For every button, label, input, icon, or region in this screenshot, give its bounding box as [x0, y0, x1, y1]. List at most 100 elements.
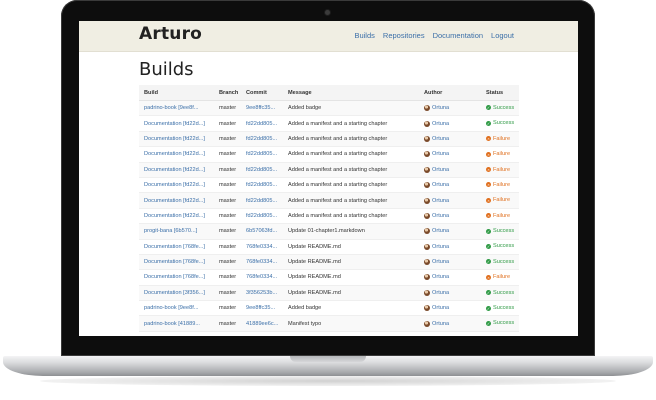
message-cell: Added a manifest and a starting chapter — [283, 176, 419, 193]
build-link[interactable]: Documentation [768fe...] — [144, 244, 205, 250]
avatar — [424, 228, 430, 235]
table-row: Documentation [768fe...] master 768fe0334.… — [139, 269, 519, 286]
commit-link[interactable]: 768fe0334... — [246, 244, 277, 250]
brand-logo[interactable]: Arturo — [139, 24, 202, 44]
build-link[interactable]: Documentation [fd22d...] — [144, 121, 205, 127]
author-link[interactable]: Ortuna — [432, 259, 449, 265]
commit-link[interactable]: fd22dd805... — [246, 198, 277, 204]
avatar — [424, 289, 430, 296]
commit-link[interactable]: fd22dd805... — [246, 136, 277, 142]
branch-cell: master — [214, 269, 241, 286]
commit-link[interactable]: fd22dd805... — [246, 213, 277, 219]
status-badge: ✓ Success — [486, 228, 514, 234]
commit-link[interactable]: 6b57063fd... — [246, 228, 277, 234]
build-link[interactable]: Documentation [fd22d...] — [144, 151, 205, 157]
author-link[interactable]: Ortuna — [432, 244, 449, 250]
author: Ortuna — [424, 243, 481, 250]
table-row: padrino-book [41889... master 41889ee6c...… — [139, 315, 519, 332]
camera-icon — [325, 10, 330, 15]
nav-logout[interactable]: Logout — [491, 31, 514, 40]
status-label: Failure — [493, 135, 511, 142]
author-link[interactable]: Ortuna — [432, 228, 449, 234]
build-link[interactable]: progit-bana [6b570...] — [144, 228, 197, 234]
avatar — [424, 259, 430, 266]
table-row: Documentation [768fe...] master 768fe0334.… — [139, 253, 519, 270]
nav-repositories[interactable]: Repositories — [383, 31, 425, 40]
avatar — [424, 212, 430, 219]
branch-cell: master — [214, 99, 241, 116]
commit-link[interactable]: fd22dd805... — [246, 167, 277, 173]
message-cell: Added badge — [283, 300, 419, 316]
author-link[interactable]: Ortuna — [432, 274, 449, 280]
branch-cell: master — [214, 115, 241, 132]
branch-cell: master — [214, 176, 241, 193]
author-link[interactable]: Ortuna — [432, 198, 449, 204]
message-cell: Added a manifest and a starting chapter — [283, 146, 419, 163]
table-row: Documentation [fd22d...] master fd22dd805.… — [139, 161, 519, 178]
commit-link[interactable]: 9ee8ffc35... — [246, 105, 275, 111]
commit-link[interactable]: fd22dd805... — [246, 182, 277, 188]
build-link[interactable]: Documentation [fd22d...] — [144, 182, 205, 188]
x-icon: × — [486, 151, 491, 157]
branch-cell: master — [214, 284, 241, 301]
branch-cell: master — [214, 161, 241, 178]
x-icon: × — [486, 274, 491, 280]
nav-documentation[interactable]: Documentation — [433, 31, 483, 40]
check-icon: ✓ — [486, 320, 491, 326]
build-link[interactable]: padrino-book [9ee8f... — [144, 305, 198, 311]
message-cell: Added a manifest and a starting chapter — [283, 115, 419, 132]
avatar — [424, 151, 430, 158]
build-link[interactable]: Documentation [3f356...] — [144, 290, 205, 296]
check-icon: ✓ — [486, 290, 491, 296]
message-cell: Added a manifest and a starting chapter — [283, 161, 419, 178]
author-link[interactable]: Ortuna — [432, 151, 449, 157]
avatar — [424, 135, 430, 142]
build-link[interactable]: padrino-book [41889... — [144, 321, 200, 327]
author: Ortuna — [424, 182, 481, 189]
author-link[interactable]: Ortuna — [432, 305, 449, 311]
author-link[interactable]: Ortuna — [432, 182, 449, 188]
commit-link[interactable]: fd22dd805... — [246, 121, 277, 127]
author-link[interactable]: Ortuna — [432, 167, 449, 173]
author: Ortuna — [424, 105, 481, 112]
status-label: Success — [493, 243, 515, 250]
check-icon: ✓ — [486, 228, 491, 234]
build-link[interactable]: Documentation [fd22d...] — [144, 198, 205, 204]
check-icon: ✓ — [486, 105, 491, 111]
header-branch: Branch — [214, 85, 241, 101]
status-label: Failure — [493, 197, 511, 204]
status-label: Failure — [493, 274, 511, 281]
x-icon: × — [486, 167, 491, 172]
author: Ortuna — [424, 166, 481, 173]
build-link[interactable]: Documentation [768fe...] — [144, 274, 205, 280]
status-label: Failure — [493, 151, 511, 158]
author-link[interactable]: Ortuna — [432, 290, 449, 296]
build-link[interactable]: padrino-book [9ee8f... — [144, 105, 198, 111]
branch-cell: master — [214, 146, 241, 163]
avatar — [424, 166, 430, 173]
table-row: padrino-book [9ee8f... master 9ee8ffc35...… — [139, 300, 519, 316]
commit-link[interactable]: 9ee8ffc35... — [246, 305, 275, 311]
build-link[interactable]: Documentation [fd22d...] — [144, 167, 205, 173]
message-cell: Added badge — [283, 99, 419, 116]
commit-link[interactable]: 768fe0334... — [246, 274, 277, 280]
author-link[interactable]: Ortuna — [432, 121, 449, 127]
laptop-notch — [290, 356, 366, 362]
commit-link[interactable]: 41889ee6c... — [246, 321, 278, 327]
status-badge: ✓ Success — [486, 120, 514, 126]
build-link[interactable]: Documentation [fd22d...] — [144, 136, 205, 142]
commit-link[interactable]: 768fe0334... — [246, 259, 277, 265]
build-link[interactable]: Documentation [768fe...] — [144, 259, 205, 265]
author-link[interactable]: Ortuna — [432, 213, 449, 219]
author-link[interactable]: Ortuna — [432, 321, 449, 327]
commit-link[interactable]: 3f356253b... — [246, 290, 277, 296]
author-link[interactable]: Ortuna — [432, 136, 449, 142]
status-label: Failure — [493, 166, 511, 173]
nav-builds[interactable]: Builds — [354, 31, 374, 40]
author-link[interactable]: Ortuna — [432, 105, 449, 111]
build-link[interactable]: Documentation [fd22d...] — [144, 213, 205, 219]
table-row: Documentation [fd22d...] master fd22dd805.… — [139, 176, 519, 193]
laptop-shadow — [40, 376, 616, 386]
author: Ortuna — [424, 274, 481, 281]
commit-link[interactable]: fd22dd805... — [246, 151, 277, 157]
